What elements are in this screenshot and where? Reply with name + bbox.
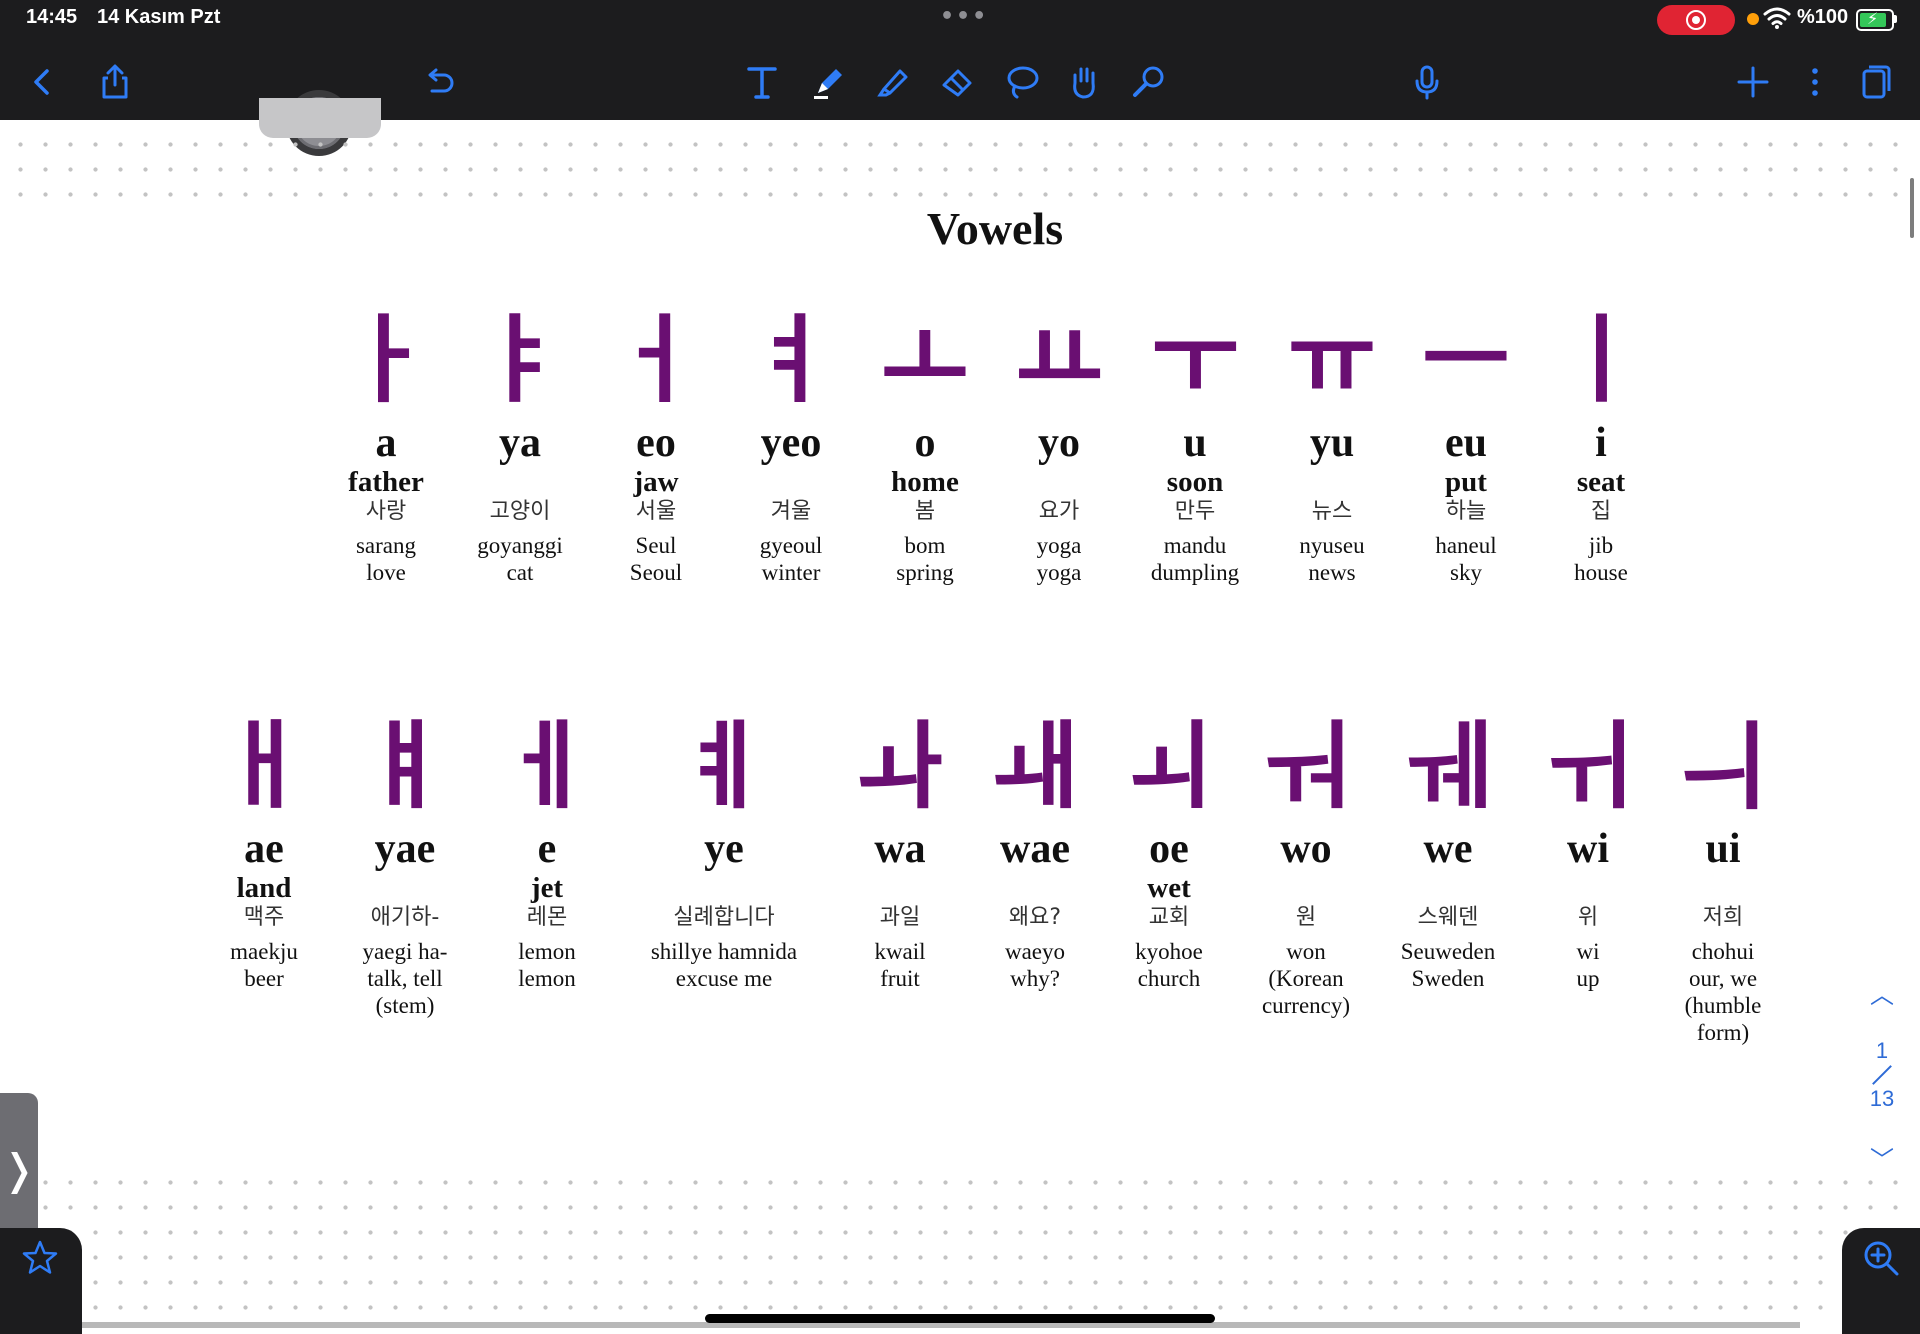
eraser-icon[interactable] xyxy=(933,58,981,106)
hand-icon[interactable] xyxy=(1060,58,1108,106)
page-title: Vowels xyxy=(926,203,1064,254)
vowel-card: ㅢ ui 저희 chohui our, we (humble form) xyxy=(1638,714,1808,1046)
status-bar: 14:45 14 Kasım Pzt ••• %100 ⚡ xyxy=(0,0,1920,40)
english-sound-example xyxy=(1638,874,1808,907)
lasso-icon[interactable] xyxy=(998,58,1046,106)
page-navigator: ︿ 1 13 ﹀ xyxy=(1862,975,1902,1175)
romanization: ui xyxy=(1705,826,1741,872)
back-icon[interactable] xyxy=(18,58,66,106)
example-transliteration-meaning: chohui our, we (humble form) xyxy=(1684,939,1762,1045)
mic-in-use-dot xyxy=(1747,13,1759,25)
hangul-vowel-glyph: ㅔ xyxy=(502,710,592,822)
pen-icon[interactable] xyxy=(805,58,853,106)
romanization: e xyxy=(537,826,557,872)
add-icon[interactable] xyxy=(1729,58,1777,106)
chevron-right-icon: ❭ xyxy=(1,1144,37,1194)
more-icon[interactable] xyxy=(1791,58,1839,106)
zoom-in-icon[interactable] xyxy=(1861,1238,1901,1278)
hangul-vowel-glyph: ㅢ xyxy=(1678,710,1768,822)
example-transliteration-meaning: shillye hamnida excuse me xyxy=(650,939,798,991)
vowel-card: ㅖ ye 실례합니다 shillye hamnida excuse me xyxy=(639,714,809,992)
example-transliteration-meaning: jib house xyxy=(1574,533,1628,585)
korean-example-word: 저희 xyxy=(1702,905,1744,930)
microphone-icon[interactable] xyxy=(1403,58,1451,106)
vowel-card: ㅣ i seat 집 jib house xyxy=(1516,308,1686,586)
hangul-vowel-glyph: ㅣ xyxy=(1556,304,1646,416)
korean-example-word: 집 xyxy=(1590,499,1612,524)
screen-recording-indicator[interactable] xyxy=(1657,5,1735,35)
laser-pointer-icon[interactable] xyxy=(1124,58,1172,106)
star-icon[interactable] xyxy=(20,1238,60,1278)
battery-percent: %100 xyxy=(1797,6,1849,28)
hangul-vowel-glyph: ㅖ xyxy=(679,710,769,822)
korean-example-word: 레몬 xyxy=(526,905,568,930)
sidebar-toggle[interactable]: ❭ xyxy=(0,1093,38,1245)
english-sound-example xyxy=(639,874,809,907)
example-transliteration-meaning: lemon lemon xyxy=(518,939,576,991)
chevron-down-icon[interactable]: ﹀ xyxy=(1862,1140,1902,1175)
chevron-up-icon[interactable]: ︿ xyxy=(1862,975,1902,1010)
dot-grid-bottom xyxy=(8,1170,1908,1320)
zoom-panel[interactable] xyxy=(1842,1228,1920,1334)
text-tool-icon[interactable] xyxy=(738,58,786,106)
english-sound-example: seat xyxy=(1576,466,1626,498)
romanization: ye xyxy=(704,826,744,872)
scrollbar[interactable] xyxy=(1910,178,1914,238)
favorites-panel[interactable] xyxy=(0,1228,82,1334)
status-date: 14 Kasım Pzt xyxy=(97,6,221,28)
share-icon[interactable] xyxy=(91,58,139,106)
pages-icon[interactable] xyxy=(1851,58,1899,106)
wifi-icon xyxy=(1763,7,1791,29)
vowel-card: ㅔ e jet 레몬 lemon lemon xyxy=(462,714,632,992)
english-sound-example: jet xyxy=(530,872,564,904)
battery-icon: ⚡ xyxy=(1856,9,1894,31)
dot-grid-top xyxy=(8,132,1908,207)
total-pages: 13 xyxy=(1869,1086,1895,1111)
korean-example-word: 실례합니다 xyxy=(673,905,775,930)
undo-icon[interactable] xyxy=(415,58,463,106)
current-page: 1 xyxy=(1875,1038,1889,1063)
highlighter-icon[interactable] xyxy=(869,58,917,106)
romanization: i xyxy=(1595,420,1607,466)
home-indicator[interactable] xyxy=(705,1314,1215,1323)
status-time: 14:45 xyxy=(26,6,78,28)
record-icon xyxy=(1686,10,1706,30)
multitasking-dots-icon[interactable]: ••• xyxy=(940,4,988,29)
